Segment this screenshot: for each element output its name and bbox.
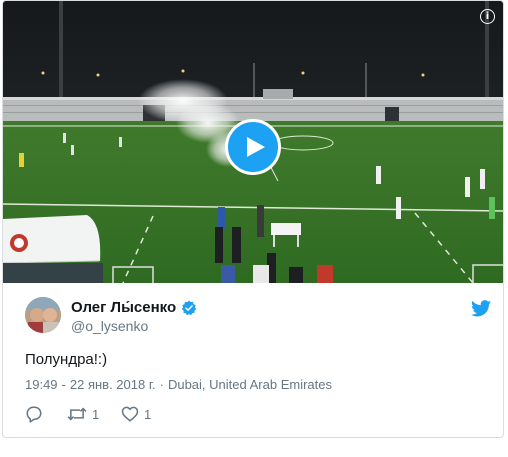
time-date-separator: - [61, 377, 66, 392]
verified-badge-icon [181, 300, 197, 316]
reply-button[interactable] [25, 404, 43, 424]
avatar-photo [25, 297, 61, 333]
heart-icon [121, 406, 139, 422]
tweet-time[interactable]: 19:49 [25, 377, 58, 392]
reply-icon [26, 406, 42, 423]
like-count: 1 [144, 406, 152, 422]
tweet-metadata: 19:49-22 янв. 2018 г. · Dubai, United Arab… [25, 377, 336, 392]
info-icon[interactable]: i [480, 9, 495, 24]
twitter-bird-icon[interactable] [471, 300, 491, 317]
author-username[interactable]: @o_lysenko [71, 318, 148, 334]
avatar[interactable] [25, 297, 61, 333]
retweet-button[interactable]: 1 [67, 404, 99, 424]
author-display-name[interactable]: Олег Лы́сенко [71, 299, 176, 316]
tweet-text: Полундра!:) [25, 351, 108, 368]
retweet-count: 1 [92, 406, 100, 422]
retweet-icon [67, 407, 87, 421]
meta-dot-separator: · [159, 377, 164, 392]
tweet-location[interactable]: Dubai, United Arab Emirates [168, 377, 332, 392]
play-button[interactable] [225, 119, 281, 175]
like-button[interactable]: 1 [121, 404, 151, 424]
tweet-card[interactable]: i Олег Лы́сенко @o_lysenko Полундра!:) 1… [2, 0, 504, 438]
tweet-header: Олег Лы́сенко @o_lysenko [25, 297, 491, 337]
video-player[interactable]: i [3, 1, 503, 283]
tweet-date[interactable]: 22 янв. 2018 г. [70, 377, 156, 392]
play-icon [247, 137, 265, 157]
